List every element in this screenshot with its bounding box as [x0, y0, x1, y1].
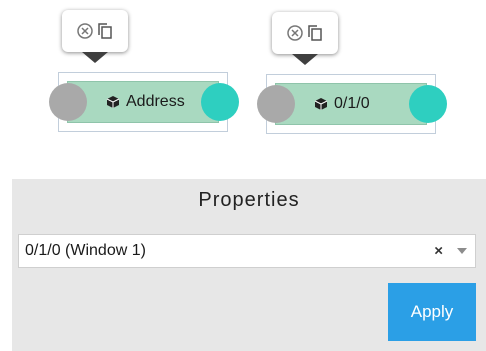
close-circle-icon[interactable]: [286, 24, 304, 42]
node-label: Address: [106, 93, 185, 111]
group-address-select[interactable]: 0/1/0 (Window 1) ×: [18, 234, 476, 268]
cube-icon: [106, 96, 120, 108]
node-toolbar-0-1-0: [272, 12, 338, 65]
flow-canvas: Address 0/1/0: [0, 0, 486, 175]
close-circle-icon[interactable]: [76, 22, 94, 40]
node-label: 0/1/0: [314, 95, 370, 113]
clear-selection-icon[interactable]: ×: [434, 243, 443, 260]
select-value: 0/1/0 (Window 1): [25, 242, 146, 259]
node-0-1-0[interactable]: 0/1/0: [257, 74, 447, 134]
toolbar-pointer: [82, 52, 108, 63]
node-address[interactable]: Address: [49, 72, 239, 132]
node-label-text: 0/1/0: [334, 95, 370, 112]
node-body: Address: [67, 81, 219, 123]
chevron-down-icon[interactable]: [457, 248, 467, 254]
panel-title: Properties: [198, 189, 300, 211]
input-port[interactable]: [49, 83, 87, 121]
apply-button[interactable]: Apply: [388, 283, 476, 341]
node-toolbar-address: [62, 10, 128, 63]
node-body: 0/1/0: [275, 83, 427, 125]
node-label-text: Address: [126, 93, 185, 110]
copy-icon[interactable]: [96, 22, 114, 40]
output-port[interactable]: [201, 83, 239, 121]
toolbar-pointer: [292, 54, 318, 65]
copy-icon[interactable]: [306, 24, 324, 42]
input-port[interactable]: [257, 85, 295, 123]
output-port[interactable]: [409, 85, 447, 123]
properties-panel: Properties 0/1/0 (Window 1) × Apply: [12, 179, 486, 351]
cube-icon: [314, 98, 328, 110]
